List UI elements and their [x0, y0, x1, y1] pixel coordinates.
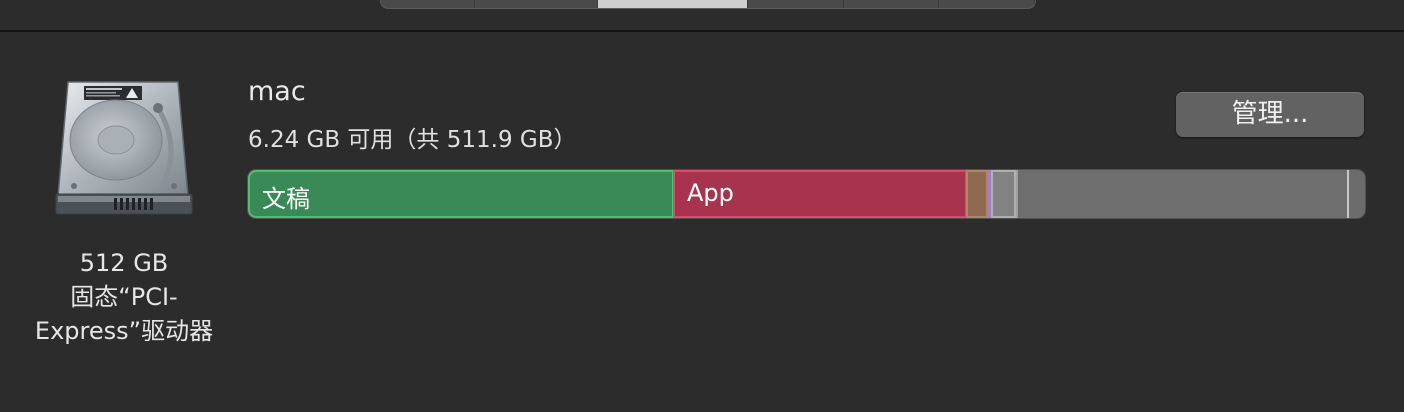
drive-description: 512 GB 固态“PCI- Express”驱动器 [10, 246, 238, 348]
volume-name: mac [248, 76, 306, 107]
drive-type-line1: 固态“PCI- [70, 283, 178, 311]
top-tab-strip [380, 0, 1036, 9]
tab-5[interactable] [844, 0, 940, 8]
storage-segment-apps[interactable]: App [673, 170, 967, 218]
manage-button[interactable]: 管理... [1176, 92, 1364, 137]
tab-4[interactable] [748, 0, 844, 8]
tab-2[interactable] [475, 0, 599, 8]
volume-capacity: 6.24 GB 可用（共 511.9 GB） [248, 127, 577, 153]
tab-1[interactable] [381, 0, 475, 8]
drive-size: 512 GB [79, 249, 169, 277]
top-divider [0, 30, 1404, 32]
storage-segment-documents[interactable]: 文稿 [248, 170, 674, 218]
drive-type-line2: Express”驱动器 [34, 317, 214, 345]
hard-drive-icon [54, 78, 194, 218]
storage-segment-label: App [687, 179, 734, 207]
storage-usage-bar: 文稿 App [248, 170, 1365, 218]
storage-segment-free[interactable] [1016, 170, 1349, 218]
storage-segment-other-3[interactable] [991, 170, 1016, 218]
storage-segment-label: 文稿 [262, 185, 310, 213]
tab-6[interactable] [939, 0, 1035, 8]
tab-3-selected[interactable] [598, 0, 748, 8]
storage-segment-other-1[interactable] [966, 170, 988, 218]
